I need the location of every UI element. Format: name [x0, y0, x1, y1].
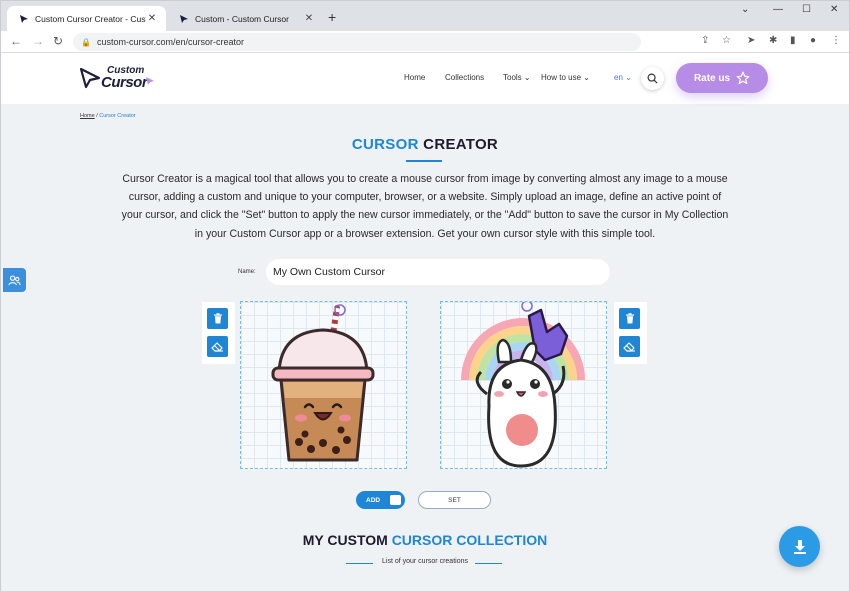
eraser-icon — [623, 342, 635, 352]
reload-icon[interactable]: ↻ — [53, 34, 63, 48]
profile-icon[interactable]: ● — [810, 35, 816, 46]
page-title-part1: CURSOR — [351, 136, 419, 153]
menu-kebab-icon[interactable]: ⋮ — [831, 35, 841, 46]
chevron-down-icon: ⌄ — [583, 73, 590, 82]
close-tab-icon[interactable]: ✕ — [146, 13, 158, 24]
subtitle-line-right — [475, 563, 502, 564]
rate-us-button[interactable]: Rate us — [676, 63, 768, 93]
site-header: Custom Cursor Home Collections Tools ⌄ H… — [1, 54, 849, 104]
bubble-tea-image — [271, 304, 375, 462]
address-bar[interactable]: 🔒 custom-cursor.com/en/cursor-creator — [73, 33, 641, 51]
back-icon[interactable]: ← — [10, 34, 22, 48]
chevron-down-icon: ⌄ — [625, 73, 632, 82]
tab-search-icon[interactable]: ⌄ — [741, 4, 749, 15]
breadcrumb-current: Cursor Creator — [99, 113, 136, 119]
cursor-tools-left — [202, 302, 235, 364]
side-widget-button[interactable] — [3, 268, 26, 292]
language-code: en — [614, 73, 623, 82]
logo-text-bottom: Cursor — [101, 74, 148, 91]
lock-icon: 🔒 — [81, 37, 91, 47]
collection-title: MY CUSTOM CURSOR COLLECTION — [1, 532, 849, 548]
language-selector[interactable]: en ⌄ — [614, 73, 632, 82]
collection-subtitle: List of your cursor creations — [382, 558, 468, 565]
extensions-puzzle-icon[interactable]: ✱ — [769, 35, 777, 46]
web-page: Custom Cursor Home Collections Tools ⌄ H… — [1, 54, 849, 591]
nav-home[interactable]: Home — [404, 73, 425, 82]
eraser-icon — [211, 342, 223, 352]
chevron-down-icon: ⌄ — [523, 73, 531, 82]
add-button-label: ADD — [366, 496, 381, 504]
search-button[interactable] — [641, 67, 664, 90]
collection-title-part1: MY CUSTOM — [302, 532, 392, 548]
site-logo[interactable]: Custom Cursor — [79, 64, 159, 94]
tab-title: Custom - Custom Cursor — [195, 13, 289, 24]
trash-icon — [625, 313, 634, 324]
page-title-part2: CREATOR — [418, 136, 499, 153]
cursor-favicon-icon — [20, 14, 28, 23]
eraser-cursor-button[interactable] — [207, 336, 228, 357]
breadcrumb: Home / Cursor Creator — [80, 113, 136, 119]
star-icon — [736, 71, 750, 85]
tab-cursor-creator[interactable]: Custom Cursor Creator - Custom ✕ — [7, 6, 166, 31]
browser-toolbar: ← → ↻ 🔒 custom-cursor.com/en/cursor-crea… — [1, 31, 849, 53]
eraser-pointer-button[interactable] — [619, 336, 640, 357]
nav-how-to-use-label: How to use — [541, 73, 582, 82]
minimize-icon[interactable]: — — [773, 4, 783, 15]
set-button[interactable]: SET — [418, 491, 491, 509]
tab-title: Custom Cursor Creator - Custom — [35, 13, 146, 24]
new-tab-button[interactable]: + — [328, 9, 336, 25]
cursor-image-panel-left[interactable] — [240, 301, 407, 469]
add-button[interactable]: ADD — [356, 491, 405, 509]
set-button-label: SET — [448, 496, 461, 504]
share-icon[interactable]: ⇪ — [701, 35, 709, 46]
bunny-rainbow-image — [461, 300, 585, 468]
bookmark-star-icon[interactable]: ☆ — [722, 35, 731, 46]
nav-how-to-use[interactable]: How to use ⌄ — [541, 73, 590, 82]
tab-custom-cursor[interactable]: Custom - Custom Cursor ✕ — [167, 6, 323, 31]
add-option-toggle[interactable] — [390, 495, 401, 505]
collection-title-part2: CURSOR COLLECTION — [391, 532, 548, 548]
delete-pointer-button[interactable] — [619, 308, 640, 329]
nav-tools-label: Tools — [503, 73, 522, 82]
logo-cursor-icon — [79, 67, 101, 89]
intro-paragraph: Cursor Creator is a magical tool that al… — [121, 173, 729, 240]
users-icon — [8, 274, 21, 285]
logo-accent-icon — [146, 77, 154, 85]
nav-collections[interactable]: Collections — [445, 73, 484, 82]
title-underline — [406, 160, 442, 162]
cursor-image-panel-right[interactable] — [440, 300, 607, 469]
close-tab-icon[interactable]: ✕ — [303, 13, 315, 24]
maximize-icon[interactable]: ☐ — [802, 4, 811, 15]
download-icon — [793, 539, 806, 554]
cursor-name-input[interactable] — [266, 259, 610, 285]
browser-window: Custom Cursor Creator - Custom ✕ Custom … — [0, 0, 850, 591]
rate-us-label: Rate us — [693, 72, 731, 84]
cursor-favicon-icon — [180, 14, 188, 23]
nav-tools[interactable]: Tools ⌄ — [503, 73, 531, 82]
cursor-tools-right — [614, 302, 647, 364]
search-icon — [647, 73, 658, 84]
side-panel-icon[interactable]: ▮ — [790, 35, 796, 46]
delete-cursor-button[interactable] — [207, 308, 228, 329]
download-button[interactable] — [779, 526, 820, 567]
breadcrumb-home[interactable]: Home — [80, 113, 95, 119]
close-window-icon[interactable]: ✕ — [830, 4, 838, 15]
forward-icon[interactable]: → — [32, 34, 44, 48]
tab-strip: Custom Cursor Creator - Custom ✕ Custom … — [1, 1, 849, 31]
url-text: custom-cursor.com/en/cursor-creator — [96, 37, 245, 47]
extension-cursor-icon[interactable]: ➤ — [747, 35, 755, 46]
page-title: CURSOR CREATOR — [1, 136, 849, 153]
name-label: Name: — [238, 269, 256, 275]
trash-icon — [213, 313, 222, 324]
